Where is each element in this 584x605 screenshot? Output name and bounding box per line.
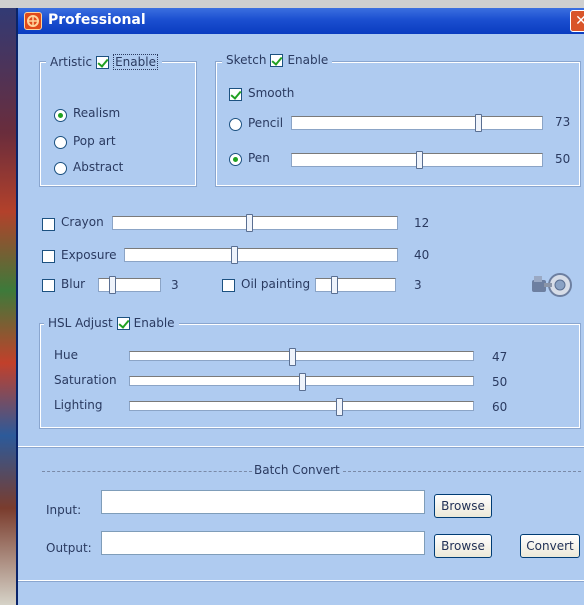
- oil-painting-slider-thumb[interactable]: [331, 276, 338, 294]
- lighting-label: Lighting: [54, 398, 103, 412]
- app-logo-icon: [24, 12, 42, 30]
- radio-pop-art[interactable]: [54, 136, 67, 149]
- desktop-top-strip: [0, 0, 584, 8]
- smooth-label[interactable]: Smooth: [248, 86, 294, 100]
- saturation-value: 50: [492, 375, 508, 389]
- blur-value: 3: [171, 278, 179, 292]
- saturation-slider[interactable]: [129, 373, 474, 391]
- sketch-legend: Sketch Enable: [222, 53, 333, 67]
- lighting-slider[interactable]: [129, 398, 474, 416]
- artistic-label: Artistic: [50, 55, 93, 69]
- sketch-enable-checkbox[interactable]: [270, 53, 284, 67]
- artistic-legend: Artistic Enable: [46, 54, 162, 70]
- pencil-slider-thumb[interactable]: [475, 114, 482, 132]
- exposure-slider[interactable]: [124, 246, 398, 264]
- pen-label[interactable]: Pen: [248, 151, 270, 165]
- crayon-slider-thumb[interactable]: [246, 214, 253, 232]
- gear-tool-icon[interactable]: [530, 272, 576, 298]
- pencil-slider[interactable]: [291, 114, 543, 132]
- input-path-field[interactable]: [101, 490, 425, 514]
- blur-label[interactable]: Blur: [61, 277, 85, 291]
- blur-slider-thumb[interactable]: [109, 276, 116, 294]
- close-icon[interactable]: ✕: [570, 10, 584, 32]
- convert-button[interactable]: Convert: [520, 534, 580, 558]
- batch-separator-right: [343, 471, 581, 472]
- oil-painting-checkbox[interactable]: [222, 279, 235, 292]
- pencil-value: 73: [555, 115, 571, 129]
- pop-art-label[interactable]: Pop art: [73, 134, 116, 148]
- sketch-label: Sketch: [226, 53, 267, 67]
- exposure-checkbox[interactable]: [42, 250, 55, 263]
- exposure-slider-thumb[interactable]: [231, 246, 238, 264]
- desktop-background: [0, 0, 16, 605]
- hue-value: 47: [492, 350, 508, 364]
- radio-pen[interactable]: [229, 153, 242, 166]
- professional-window: Professional ✕ Artistic Enable Realism P…: [16, 8, 584, 605]
- lighting-value: 60: [492, 400, 508, 414]
- realism-label[interactable]: Realism: [73, 106, 120, 120]
- radio-abstract[interactable]: [54, 162, 67, 175]
- blur-slider[interactable]: [98, 276, 161, 294]
- pen-slider-thumb[interactable]: [416, 151, 423, 169]
- oil-painting-slider[interactable]: [315, 276, 396, 294]
- batch-convert-title: Batch Convert: [254, 463, 340, 477]
- hsl-enable-label[interactable]: Enable: [134, 316, 175, 330]
- output-label: Output:: [46, 541, 92, 555]
- pen-slider[interactable]: [291, 151, 543, 169]
- output-browse-button[interactable]: Browse: [434, 534, 492, 558]
- hsl-enable-checkbox[interactable]: [116, 316, 130, 330]
- radio-realism[interactable]: [54, 109, 67, 122]
- oil-painting-label[interactable]: Oil painting: [241, 277, 310, 291]
- footer-divider: [18, 580, 584, 582]
- lighting-slider-thumb[interactable]: [336, 398, 343, 416]
- oil-painting-value: 3: [414, 278, 422, 292]
- input-label: Input:: [46, 503, 82, 517]
- crayon-checkbox[interactable]: [42, 218, 55, 231]
- crayon-value: 12: [414, 216, 430, 230]
- artistic-enable-label[interactable]: Enable: [113, 54, 158, 70]
- hue-slider-thumb[interactable]: [289, 348, 296, 366]
- sketch-enable-label[interactable]: Enable: [287, 53, 328, 67]
- title-bar[interactable]: Professional ✕: [18, 8, 584, 34]
- saturation-slider-thumb[interactable]: [299, 373, 306, 391]
- hsl-legend: HSL Adjust Enable: [44, 316, 179, 330]
- window-title: Professional: [48, 12, 146, 28]
- pencil-label[interactable]: Pencil: [248, 116, 283, 130]
- section-divider: [18, 446, 584, 448]
- exposure-value: 40: [414, 248, 430, 262]
- crayon-slider[interactable]: [112, 214, 398, 232]
- abstract-label[interactable]: Abstract: [73, 160, 123, 174]
- hsl-label: HSL Adjust: [48, 316, 113, 330]
- input-browse-button[interactable]: Browse: [434, 494, 492, 518]
- hue-label: Hue: [54, 348, 79, 362]
- hue-slider[interactable]: [129, 348, 474, 366]
- radio-pencil[interactable]: [229, 118, 242, 131]
- output-path-field[interactable]: [101, 531, 425, 555]
- pen-value: 50: [555, 152, 571, 166]
- blur-checkbox[interactable]: [42, 279, 55, 292]
- artistic-enable-checkbox[interactable]: [96, 55, 110, 69]
- smooth-checkbox[interactable]: [229, 88, 242, 101]
- exposure-label[interactable]: Exposure: [61, 248, 117, 262]
- crayon-label[interactable]: Crayon: [61, 215, 104, 229]
- batch-separator-left: [42, 471, 252, 472]
- saturation-label: Saturation: [54, 373, 117, 387]
